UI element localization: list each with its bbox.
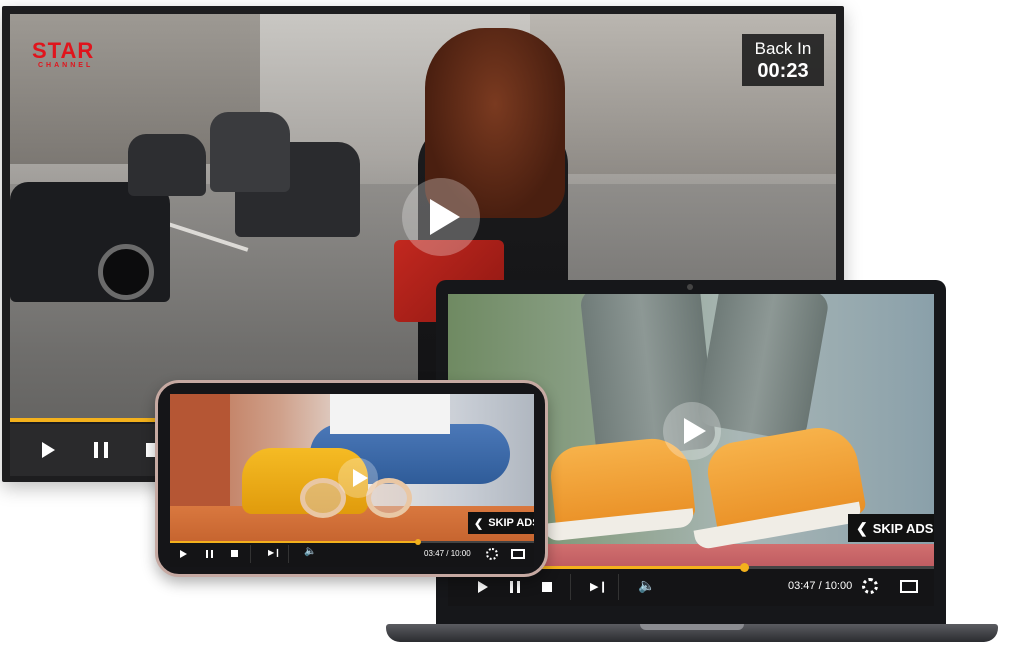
next-icon[interactable]: ▶❙ xyxy=(590,580,608,593)
wheel xyxy=(98,244,154,300)
car xyxy=(210,112,290,192)
skip-ads-label: SKIP ADS xyxy=(872,520,934,536)
laptop-progress-handle[interactable] xyxy=(740,563,750,572)
stop-icon[interactable] xyxy=(542,582,552,592)
phone-control-bar: ▶❙ 🔈 03:47 / 10:00 xyxy=(170,539,534,567)
phone-progress-fill xyxy=(170,541,418,543)
play-icon xyxy=(684,418,706,444)
play-icon[interactable] xyxy=(180,550,187,558)
back-in-label: Back In xyxy=(754,39,812,58)
stop-icon[interactable] xyxy=(231,550,238,557)
phone-progress-bar[interactable] xyxy=(170,539,534,545)
shirt xyxy=(330,394,450,434)
divider xyxy=(288,545,289,563)
phone-time: 03:47 / 10:00 xyxy=(424,549,471,558)
play-overlay-button[interactable] xyxy=(338,458,378,498)
volume-icon[interactable]: 🔈 xyxy=(638,577,655,594)
chevron-left-icon: ❮ xyxy=(474,517,484,530)
play-icon[interactable] xyxy=(42,442,55,458)
skip-ads-button[interactable]: ❮ SKIP ADS xyxy=(848,514,934,542)
volume-icon[interactable]: 🔈 xyxy=(304,546,316,557)
divider xyxy=(570,574,571,600)
gear-icon[interactable] xyxy=(486,548,498,560)
chevron-left-icon: ❮ xyxy=(856,519,868,536)
fullscreen-icon[interactable] xyxy=(900,580,918,593)
phone-device: ❮ SKIP ADS ▶❙ 🔈 03:47 / 10:00 xyxy=(155,380,548,577)
laptop-notch xyxy=(640,624,744,630)
laptop-time: 03:47 / 10:00 xyxy=(788,580,853,592)
car xyxy=(128,134,206,196)
back-in-time: 00:23 xyxy=(757,60,809,82)
phone-video[interactable]: ❮ SKIP ADS xyxy=(170,394,534,554)
pause-icon[interactable] xyxy=(94,442,108,458)
pause-icon[interactable] xyxy=(510,581,520,593)
gear-icon[interactable] xyxy=(862,578,878,594)
back-in-countdown: Back In 00:23 xyxy=(742,34,824,86)
webcam xyxy=(687,284,693,290)
brick-wall xyxy=(170,394,230,506)
play-icon[interactable] xyxy=(478,581,488,593)
channel-logo: STAR CHANNEL xyxy=(32,38,95,69)
play-overlay-button[interactable] xyxy=(663,402,721,460)
pause-icon[interactable] xyxy=(206,550,213,558)
phone-progress-handle[interactable] xyxy=(414,539,421,545)
skip-ads-button[interactable]: ❮ SKIP ADS xyxy=(468,512,534,534)
skip-ads-label: SKIP ADS xyxy=(488,517,534,529)
divider xyxy=(618,574,619,600)
play-overlay-button[interactable] xyxy=(402,178,480,256)
divider xyxy=(250,545,251,563)
next-icon[interactable]: ▶❙ xyxy=(268,548,281,557)
fullscreen-icon[interactable] xyxy=(511,549,525,559)
play-icon xyxy=(430,199,460,235)
play-icon xyxy=(352,469,368,487)
